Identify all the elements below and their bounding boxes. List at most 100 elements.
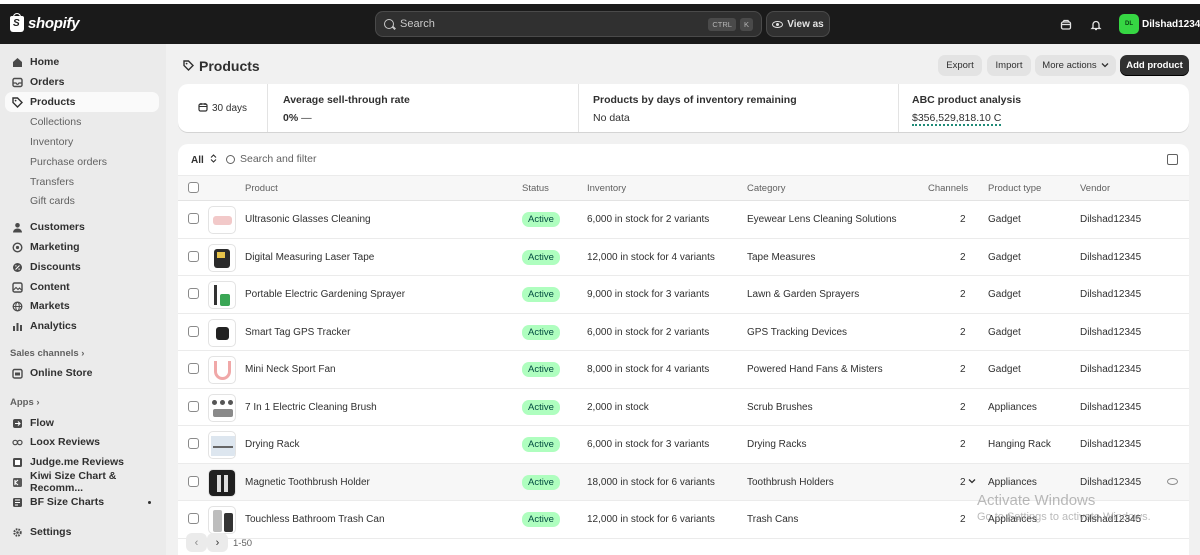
product-name[interactable]: Portable Electric Gardening Sprayer [245,289,405,300]
row-checkbox[interactable] [188,213,199,224]
sidebar-item-flow[interactable]: Flow [5,413,159,433]
sidebar-item-label: Loox Reviews [30,436,101,448]
sidebar-item-purchase-orders[interactable]: Purchase orders [5,152,159,172]
sidebar-item-judgeme-reviews[interactable]: Judge.me Reviews [5,452,159,472]
product-name[interactable]: Touchless Bathroom Trash Can [245,514,385,525]
tab-all-label: All [191,155,204,166]
column-inventory[interactable]: Inventory [587,183,626,194]
sidebar-item-discounts[interactable]: Discounts [5,257,159,277]
product-name[interactable]: Magnetic Toothbrush Holder [245,477,370,488]
chevron-right-icon: › [36,397,40,408]
bell-icon[interactable] [1089,18,1103,32]
product-name[interactable]: Mini Neck Sport Fan [245,364,336,375]
row-checkbox[interactable] [188,288,199,299]
column-category[interactable]: Category [747,183,786,194]
page-range: 1-50 [233,538,253,549]
previous-page-button[interactable]: ‹ [186,533,207,552]
more-actions-button[interactable]: More actions [1035,55,1116,76]
add-product-button[interactable]: Add product [1120,55,1189,76]
sidebar-item-transfers[interactable]: Transfers [5,172,159,192]
column-channels[interactable]: Channels [928,183,968,194]
more-dot-icon[interactable] [148,501,151,504]
metric-abc-analysis[interactable]: ABC product analysis $356,529,818.10 C [898,84,1188,132]
username[interactable]: Dilshad12345 [1142,19,1200,30]
shopify-logo[interactable]: shopify [10,12,80,32]
sidebar-item-label: Orders [30,76,65,88]
sales-channels-header[interactable]: Sales channels › [10,348,84,359]
calendar-icon [198,102,208,115]
channels-value: 2 [960,439,966,450]
channels-value: 2 [960,514,966,525]
sidebar-item-marketing[interactable]: Marketing [5,237,159,257]
column-product-type[interactable]: Product type [988,183,1041,194]
sidebar-item-home[interactable]: Home [5,52,159,72]
sidebar-item-online-store[interactable]: Online Store [5,363,159,383]
sidebar-item-collections[interactable]: Collections [5,112,159,132]
table-row[interactable]: Mini Neck Sport Fan Active 8,000 in stoc… [178,351,1189,389]
sidebar-item-inventory[interactable]: Inventory [5,132,159,152]
row-checkbox[interactable] [188,250,199,262]
category-value: Toothbrush Holders [747,476,834,488]
product-name[interactable]: Smart Tag GPS Tracker [245,327,350,338]
sidebar-item-products[interactable]: Products [5,92,159,112]
inventory-value: 6,000 in stock for 2 variants [587,214,710,225]
vendor-value: Dilshad12345 [1080,401,1142,413]
sidebar-item-gift-cards[interactable]: Gift cards [5,191,159,211]
table-row[interactable]: Smart Tag GPS Tracker Active 6,000 in st… [178,314,1189,351]
import-button[interactable]: Import [987,55,1031,76]
product-name[interactable]: Drying Rack [245,439,299,450]
avatar[interactable]: DL [1119,14,1139,34]
column-product[interactable]: Product [245,183,278,194]
column-vendor[interactable]: Vendor [1080,183,1110,194]
preview-eye-icon[interactable] [1167,477,1178,485]
sidebar-item-content[interactable]: Content [5,277,159,297]
metric-value: No data [593,112,630,124]
chevron-down-icon[interactable] [968,476,976,487]
sidebar-item-settings[interactable]: Settings [5,522,159,542]
table-row[interactable]: Ultrasonic Glasses Cleaning Active 6,000… [178,201,1189,239]
product-name[interactable]: Ultrasonic Glasses Cleaning [245,214,371,225]
table-row[interactable]: 7 In 1 Electric Cleaning Brush Active 2,… [178,389,1189,426]
product-type-value: Hanging Rack [988,439,1051,450]
sidebar-item-bf-size-charts[interactable]: BF Size Charts [5,492,159,512]
table-row[interactable]: Drying Rack Active 6,000 in stock for 3 … [178,426,1189,464]
row-checkbox[interactable] [188,363,199,374]
sidebar-item-customers[interactable]: Customers [5,217,159,237]
row-checkbox[interactable] [188,438,199,449]
tab-all[interactable]: All [191,154,217,166]
product-name[interactable]: Digital Measuring Laser Tape [245,252,374,263]
date-range-button[interactable]: 30 days [178,84,268,132]
row-checkbox[interactable] [188,400,199,412]
product-name[interactable]: 7 In 1 Electric Cleaning Brush [245,402,377,413]
channels-value: 2 [960,289,966,300]
metric-days-inventory[interactable]: Products by days of inventory remaining … [579,84,899,132]
next-page-button[interactable]: › [207,533,228,552]
sidebar-item-loox-reviews[interactable]: Loox Reviews [5,432,159,452]
store-switch-icon[interactable] [1059,18,1073,32]
target-icon [12,241,23,253]
column-status[interactable]: Status [522,183,549,194]
sidebar-item-analytics[interactable]: Analytics [5,316,159,336]
table-row[interactable]: Digital Measuring Laser Tape Active 12,0… [178,239,1189,276]
row-checkbox[interactable] [188,325,199,337]
sidebar-item-kiwi-size-chart[interactable]: Kiwi Size Chart & Recomm... [5,470,159,494]
columns-icon[interactable] [1167,154,1178,165]
metric-sell-through[interactable]: Average sell-through rate 0% — [269,84,579,132]
sidebar-item-orders[interactable]: Orders [5,72,159,92]
sidebar-item-label: Content [30,281,70,293]
sidebar-item-markets[interactable]: Markets [5,296,159,316]
row-checkbox[interactable] [188,513,199,524]
gear-icon [12,527,23,538]
discount-icon [12,262,23,273]
table-row[interactable]: Portable Electric Gardening Sprayer Acti… [178,276,1189,314]
view-as-button[interactable]: View as [766,11,830,37]
global-search[interactable]: Search CTRL K [375,11,762,37]
apps-header[interactable]: Apps › [10,397,40,408]
category-value: Lawn & Garden Sprayers [747,289,860,300]
row-checkbox[interactable] [188,475,199,487]
status-badge: Active [522,512,560,527]
select-all-checkbox[interactable] [188,182,199,193]
export-button[interactable]: Export [938,55,982,76]
date-range-label: 30 days [211,102,248,114]
search-and-filter[interactable]: Search and filter [226,153,316,165]
